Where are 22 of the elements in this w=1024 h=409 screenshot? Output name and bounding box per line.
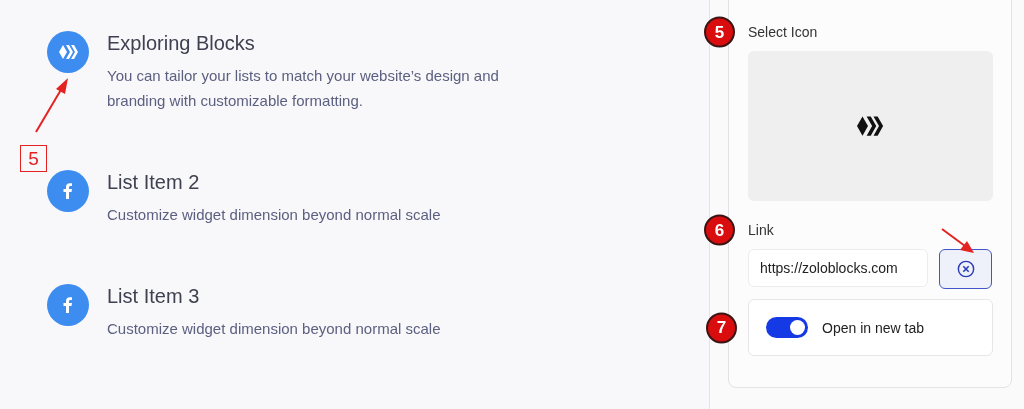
- list-item-title: Exploring Blocks: [107, 31, 256, 55]
- list-item-description: You can tailor your lists to match your website’s design and branding with customizable formatting.: [107, 66, 500, 111]
- list-item-title: List Item 2: [107, 170, 201, 194]
- hive-logo-icon: [58, 44, 78, 60]
- url-field[interactable]: https://zoloblocks.com: [748, 249, 928, 287]
- list-item-description: Customize widget dimension beyond normal scale: [107, 205, 442, 225]
- facebook-icon: [63, 183, 73, 199]
- field-label: Select Icon: [748, 24, 818, 40]
- step-badge: 6: [704, 214, 735, 246]
- clear-button[interactable]: [939, 249, 992, 289]
- list-item-description: Customize widget dimension beyond normal scale: [107, 319, 442, 339]
- list-item-title: List Item 3: [107, 284, 201, 308]
- toggle-switch[interactable]: [766, 317, 808, 338]
- field-label: Link: [748, 222, 774, 238]
- pointer-arrow: [34, 76, 70, 134]
- hive-logo-icon: [857, 115, 884, 137]
- close-icon: [956, 260, 975, 278]
- step-badge: 7: [706, 312, 737, 343]
- step-label: 5: [20, 145, 47, 172]
- toggle-label: Open in new tab: [822, 319, 924, 336]
- facebook-icon: [63, 297, 73, 313]
- step-badge: 5: [704, 16, 735, 48]
